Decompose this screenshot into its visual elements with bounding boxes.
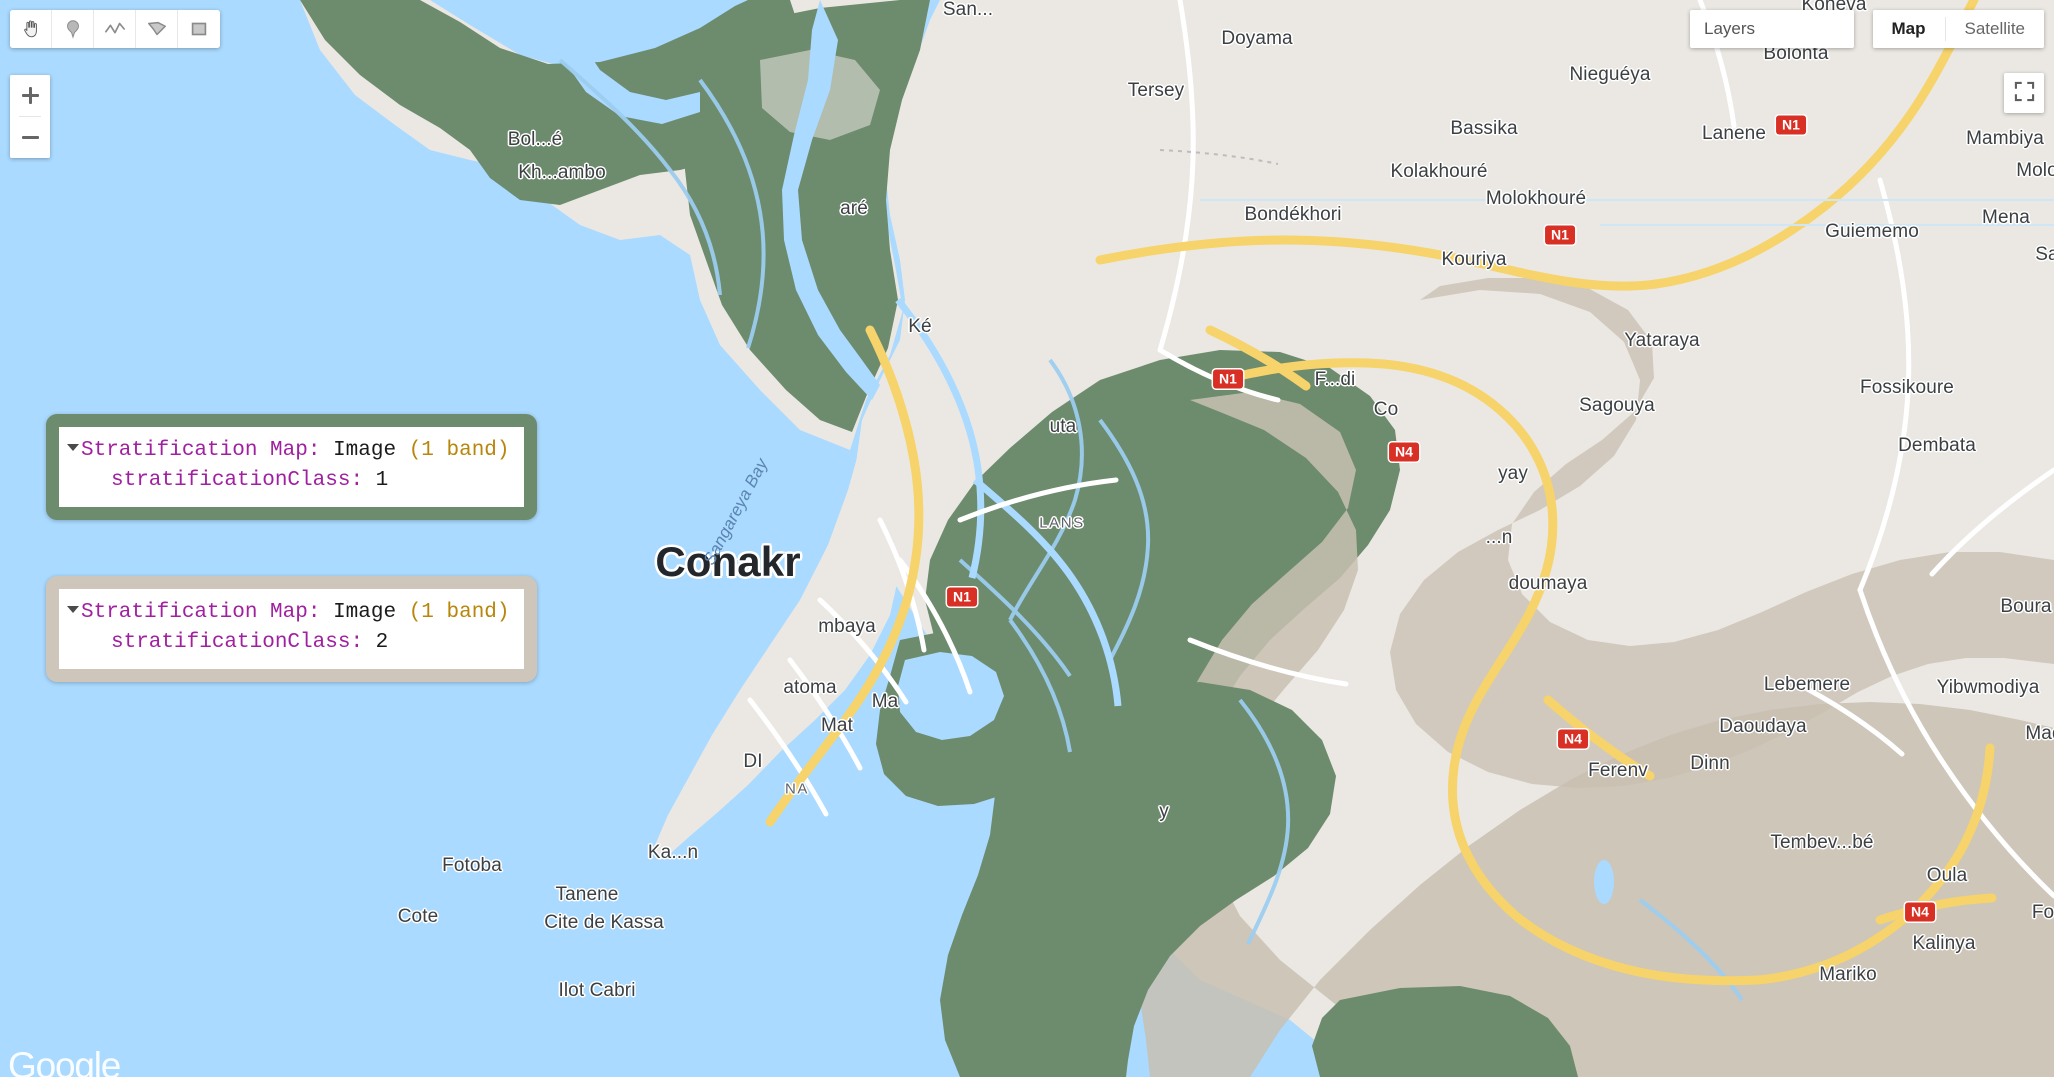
inspector-property-line: stratificationClass: 2: [67, 628, 510, 658]
value-type-0: Image: [333, 439, 397, 462]
polygon-icon: [145, 18, 169, 40]
layer-name-0: Stratification Map: [81, 439, 308, 462]
inspector-result-content: Stratification Map: Image (1 band) strat…: [59, 427, 524, 507]
fullscreen-button[interactable]: [2004, 73, 2044, 113]
tool-hand[interactable]: [10, 10, 52, 48]
map-type-map[interactable]: Map: [1872, 10, 1945, 48]
inspector-result-box[interactable]: Stratification Map: Image (1 band) strat…: [46, 576, 537, 682]
inspector-property-line: stratificationClass: 1: [67, 466, 510, 496]
disclosure-triangle-icon[interactable]: [67, 444, 79, 452]
tool-polygon[interactable]: [136, 10, 178, 48]
map-type-satellite[interactable]: Satellite: [1945, 10, 2044, 48]
property-key-1: stratificationClass: [111, 630, 351, 654]
band-info-1: (1 band): [408, 601, 510, 624]
tool-line[interactable]: [94, 10, 136, 48]
separator-0: :: [307, 439, 321, 462]
zoom-in-button[interactable]: [10, 75, 50, 116]
property-separator-0: :: [350, 468, 364, 492]
inspector-result-box[interactable]: Stratification Map: Image (1 band) strat…: [46, 414, 537, 520]
layer-name-1: Stratification Map: [81, 601, 308, 624]
rectangle-icon: [188, 18, 210, 40]
zoom-out-button[interactable]: [10, 117, 50, 158]
band-info-0: (1 band): [408, 439, 510, 462]
marker-icon: [62, 18, 84, 40]
property-key-0: stratificationClass: [111, 468, 351, 492]
drawing-toolbar[interactable]: [10, 10, 220, 48]
property-separator-1: :: [350, 630, 364, 654]
tool-rectangle[interactable]: [178, 10, 220, 48]
disclosure-triangle-icon[interactable]: [67, 606, 79, 614]
map-tiles: [0, 0, 2054, 1077]
inspector-header-line: Stratification Map: Image (1 band): [67, 436, 510, 466]
property-value-0: 1: [375, 468, 389, 492]
map-type-control[interactable]: Map Satellite: [1872, 10, 2044, 48]
map-canvas[interactable]: Doyama Koneva Nieguéya Bolonta Bassika Lanene…: [0, 0, 2054, 1077]
layers-control[interactable]: Layers: [1690, 10, 1854, 48]
layers-label: Layers: [1704, 19, 1756, 38]
value-type-1: Image: [333, 601, 397, 624]
tool-marker[interactable]: [52, 10, 94, 48]
property-value-1: 2: [375, 630, 389, 654]
zoom-control[interactable]: [10, 75, 50, 158]
hand-icon: [20, 18, 42, 40]
separator-1: :: [307, 601, 321, 624]
line-icon: [103, 18, 127, 40]
fullscreen-icon: [2014, 81, 2035, 105]
inspector-header-line: Stratification Map: Image (1 band): [67, 598, 510, 628]
map-application: Doyama Koneva Nieguéya Bolonta Bassika Lanene…: [0, 0, 2054, 1077]
inspector-result-content: Stratification Map: Image (1 band) strat…: [59, 589, 524, 669]
